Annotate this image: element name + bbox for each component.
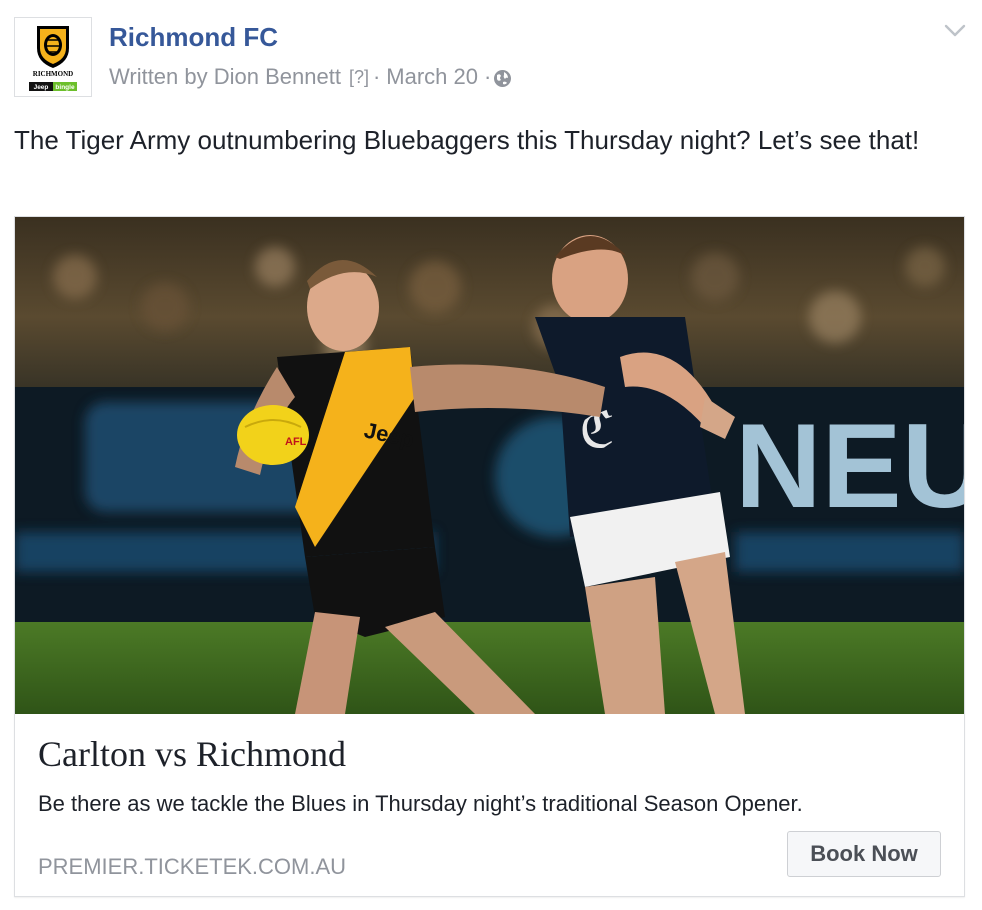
page-name-link[interactable]: Richmond FC: [109, 22, 278, 53]
card-domain: PREMIER.TICKETEK.COM.AU: [38, 854, 347, 879]
author-help-link[interactable]: [?]: [349, 67, 369, 88]
sponsor-b-text: bingle: [55, 84, 75, 91]
book-now-button[interactable]: Book Now: [787, 831, 941, 877]
richmond-logo: RICHMOND Jeep bingle: [29, 26, 77, 91]
meta-separator-2: ·: [484, 64, 492, 89]
meta-separator: ·: [372, 64, 381, 89]
post-message: The Tiger Army outnumbering Bluebaggers …: [14, 125, 920, 155]
author-line: Written by Dion Bennett: [109, 64, 341, 89]
card-title[interactable]: Carlton vs Richmond: [38, 733, 346, 775]
sponsor-a-text: Jeep: [34, 84, 49, 91]
facebook-post: RICHMOND Jeep bingle Richmond FC Written…: [0, 0, 982, 910]
page-avatar[interactable]: RICHMOND Jeep bingle: [14, 17, 92, 97]
post-date-link[interactable]: March 20: [386, 64, 478, 90]
link-preview-card[interactable]: NEU ℭ Jeep AFL Carlton vs Richmond Be th…: [14, 216, 965, 897]
card-photo[interactable]: NEU ℭ Jeep AFL: [15, 217, 964, 714]
chevron-down-icon[interactable]: [944, 24, 966, 38]
logo-text: RICHMOND: [33, 70, 73, 78]
globe-icon[interactable]: [493, 68, 512, 87]
post-meta: Written by Dion Bennett [?] · March 20 ·: [109, 64, 512, 90]
card-description: Be there as we tackle the Blues in Thurs…: [38, 791, 803, 816]
photo-signage-text: NEU: [735, 399, 964, 533]
ball-text: AFL: [285, 436, 307, 448]
football-match-photo: NEU ℭ Jeep AFL: [15, 217, 964, 714]
